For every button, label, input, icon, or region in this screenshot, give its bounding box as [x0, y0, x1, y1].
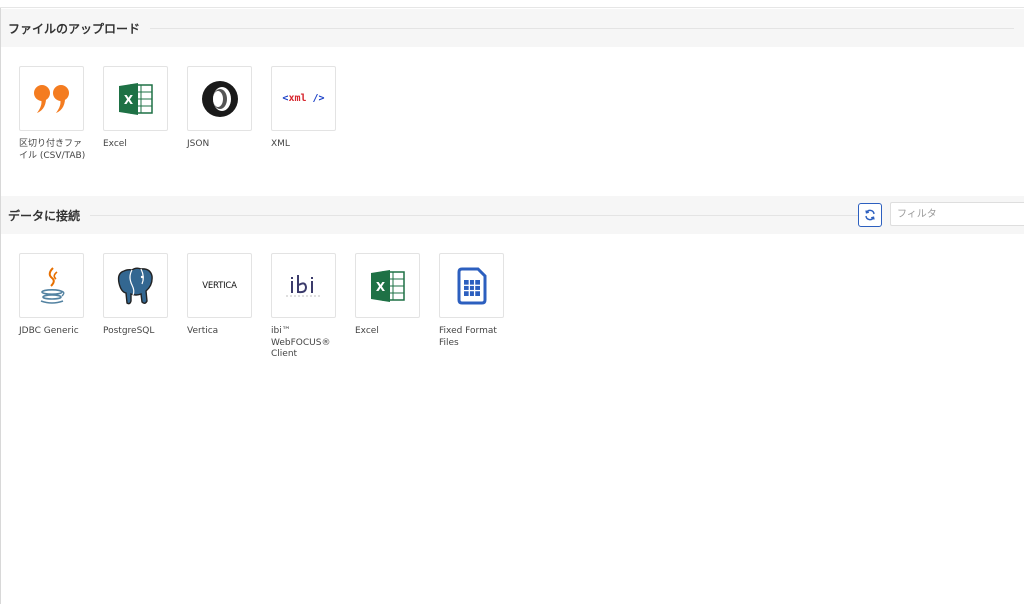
quote-icon	[33, 84, 69, 113]
java-icon	[40, 266, 64, 304]
tile-icon-box[interactable]	[439, 253, 504, 318]
top-strip	[0, 0, 1024, 8]
fixed-format-file-icon	[457, 267, 486, 304]
upload-tile-excel[interactable]: X Excel	[103, 66, 168, 162]
connect-tile-fixed-format[interactable]: Fixed Format Files	[439, 253, 504, 361]
tile-icon-box[interactable]	[271, 253, 336, 318]
tile-icon-box[interactable]	[19, 253, 84, 318]
upload-section-title: ファイルのアップロード	[8, 21, 141, 36]
svg-text:X: X	[123, 93, 133, 107]
excel-icon: X	[370, 269, 405, 302]
tile-label: JSON	[187, 139, 210, 149]
tile-label: ibi™ WebFOCUS® Client	[271, 326, 331, 359]
connect-section-title: データに接続	[8, 208, 81, 223]
tile-label: Fixed Format Files	[439, 326, 497, 348]
tile-icon-box[interactable]	[187, 66, 252, 131]
excel-icon: X	[118, 82, 153, 115]
tile-label: PostgreSQL	[103, 326, 155, 336]
left-border	[0, 0, 1, 604]
connect-tile-vertica[interactable]: VERTICA Vertica	[187, 253, 252, 361]
connect-tile-jdbc[interactable]: JDBC Generic	[19, 253, 84, 361]
section-divider	[90, 214, 874, 216]
connect-tile-postgresql[interactable]: PostgreSQL	[103, 253, 168, 361]
upload-tile-row: 区切り付きファイル (CSV/TAB) X Excel JSON <xml />…	[19, 66, 355, 162]
connect-tile-excel[interactable]: X Excel	[355, 253, 420, 361]
tile-label: Excel	[103, 139, 127, 149]
tile-label: Excel	[355, 326, 379, 336]
ibi-logo-icon	[285, 274, 320, 296]
connect-tile-ibi[interactable]: ibi™ WebFOCUS® Client	[271, 253, 336, 361]
filter-input[interactable]	[890, 202, 1024, 226]
tile-icon-box[interactable]	[19, 66, 84, 131]
tile-icon-box[interactable]	[103, 253, 168, 318]
refresh-icon	[865, 209, 875, 221]
upload-tile-json[interactable]: JSON	[187, 66, 252, 162]
tile-icon-box[interactable]: X	[355, 253, 420, 318]
tile-label: Vertica	[187, 326, 219, 336]
tile-label: JDBC Generic	[19, 326, 79, 336]
tile-icon-box[interactable]: <xml />	[271, 66, 336, 131]
upload-tile-delimited[interactable]: 区切り付きファイル (CSV/TAB)	[19, 66, 85, 162]
tile-label: XML	[271, 139, 290, 149]
json-icon	[201, 80, 238, 117]
connect-tile-row: JDBC Generic PostgreSQL VERTICA Vertica	[19, 253, 523, 361]
xml-icon: <xml />	[282, 93, 325, 104]
upload-tile-xml[interactable]: <xml /> XML	[271, 66, 336, 162]
upload-section-header: ファイルのアップロード	[1, 9, 1024, 47]
tile-icon-box[interactable]: X	[103, 66, 168, 131]
section-divider	[150, 27, 1014, 29]
tile-icon-box[interactable]: VERTICA	[187, 253, 252, 318]
svg-text:X: X	[375, 280, 385, 294]
postgresql-elephant-icon	[117, 267, 153, 304]
vertica-logo-icon: VERTICA	[202, 280, 237, 291]
tile-label: 区切り付きファイル (CSV/TAB)	[19, 139, 86, 161]
refresh-button[interactable]	[858, 203, 882, 227]
